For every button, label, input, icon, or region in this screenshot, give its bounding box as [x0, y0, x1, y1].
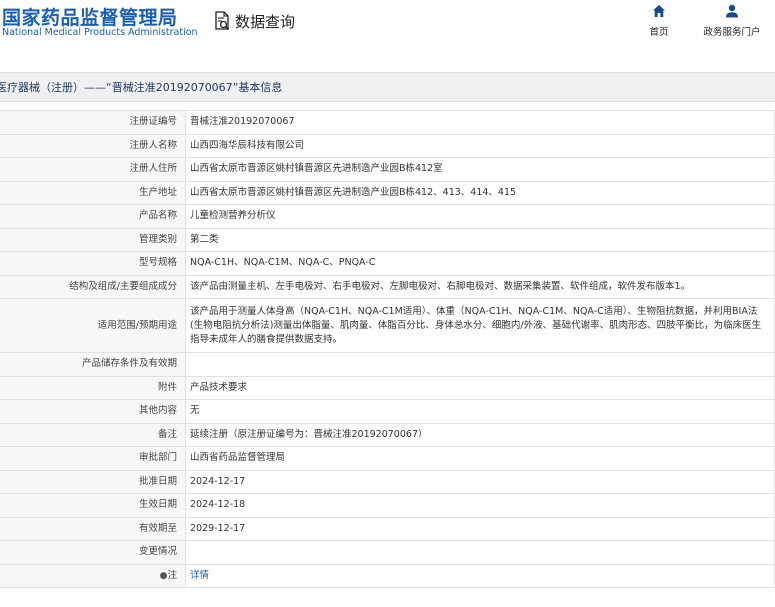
row-value: 2024-12-18 [185, 493, 775, 518]
registration-info-table: 注册证编号 晋械注准20192070067 注册人名称 山西四海华辰科技有限公司 注… [0, 110, 775, 588]
document-search-icon [215, 11, 230, 31]
row-value: 山西省太原市晋源区姚村镇晋源区先进制造产业园B栋412、413、414、415 [185, 180, 775, 205]
row-value: 产品技术要求 [185, 375, 775, 400]
row-label: 备注 [0, 422, 186, 447]
nav-home-label: 首页 [649, 27, 669, 38]
user-icon [726, 4, 738, 18]
table-row: 结构及组成/主要组成成分 该产品由测量主机、左手电极对、右手电极对、左脚电极对、右… [0, 274, 775, 299]
row-label: 适用范围/预期用途 [0, 298, 186, 353]
row-label: 生效日期 [0, 493, 186, 518]
site-logo-cn[interactable]: 国家药品监督管理局 [2, 3, 178, 30]
row-label: 注册证编号 [0, 110, 186, 135]
row-label: 产品储存条件及有效期 [0, 352, 186, 377]
table-row: 备注 延续注册（原注册证编号为：晋械注准20192070067） [0, 422, 775, 447]
row-label: 结构及组成/主要组成成分 [0, 274, 186, 299]
table-row: 注册人住所 山西省太原市晋源区姚村镇晋源区先进制造产业园B栋412室 [0, 157, 775, 182]
row-label: 批准日期 [0, 469, 186, 494]
table-row: 附件 产品技术要求 [0, 375, 775, 400]
site-header: 国家药品监督管理局 National Medical Products Admi… [0, 0, 775, 62]
table-row: 适用范围/预期用途 该产品用于测量人体身高（NQA-C1H、NQA-C1M适用）、… [0, 298, 775, 353]
table-row: ●注 详情 [0, 563, 775, 588]
table-row: 变更情况 [0, 540, 775, 565]
table-row: 注册人名称 山西四海华辰科技有限公司 [0, 133, 775, 158]
table-row: 有效期至 2029-12-17 [0, 516, 775, 541]
row-value: 该产品由测量主机、左手电极对、右手电极对、左脚电极对、右脚电极对、数据采集装置、… [185, 274, 775, 299]
row-label: 审批部门 [0, 446, 186, 471]
table-row: 批准日期 2024-12-17 [0, 469, 775, 494]
row-label: 附件 [0, 375, 186, 400]
table-row: 其他内容无 [0, 399, 775, 424]
site-logo-en[interactable]: National Medical Products Administration [2, 27, 198, 38]
row-label: 型号规格 [0, 251, 186, 276]
row-value: 无 [185, 399, 775, 424]
row-value: 延续注册（原注册证编号为：晋械注准20192070067） [185, 422, 775, 447]
row-value: 2024-12-17 [185, 469, 775, 494]
details-link[interactable]: 详情 [190, 570, 209, 581]
data-query-label: 数据查询 [235, 12, 296, 31]
row-value [185, 352, 775, 377]
row-value: 山西四海华辰科技有限公司 [185, 133, 775, 158]
row-value: 儿童检测营养分析仪 [185, 204, 775, 229]
home-icon [653, 5, 665, 17]
table-row: 管理类别 第二类 [0, 227, 775, 252]
table-row: 型号规格 NQA-C1H、NQA-C1M、NQA-C、PNQA-C [0, 251, 775, 276]
row-label: 注 [167, 569, 177, 581]
table-row: 审批部门 山西省药品监督管理局 [0, 446, 775, 471]
nav-home[interactable]: 首页 [628, 4, 690, 38]
row-label: 管理类别 [0, 227, 186, 252]
row-value: 该产品用于测量人体身高（NQA-C1H、NQA-C1M适用）、体重（NQA-C1… [185, 298, 775, 353]
row-value-cell: 详情 [185, 563, 775, 588]
row-label: 注册人住所 [0, 157, 186, 182]
row-value: 2029-12-17 [185, 516, 775, 541]
row-value: 晋械注准20192070067 [185, 110, 775, 135]
row-label: 产品名称 [0, 204, 186, 229]
table-row: 注册证编号 晋械注准20192070067 [0, 110, 775, 135]
row-value: NQA-C1H、NQA-C1M、NQA-C、PNQA-C [185, 251, 775, 276]
row-value: 山西省太原市晋源区姚村镇晋源区先进制造产业园B栋412室 [185, 157, 775, 182]
record-title-band: 医疗器械（注册）——“晋械注准20192070067”基本信息 [0, 72, 775, 102]
row-label: 变更情况 [0, 540, 186, 565]
row-label: 有效期至 [0, 516, 186, 541]
row-value [185, 540, 775, 565]
nav-service-label: 政务服务门户 [703, 27, 761, 38]
row-label-note: ●注 [0, 563, 186, 588]
table-row: 产品名称 儿童检测营养分析仪 [0, 204, 775, 229]
table-row: 产品储存条件及有效期 [0, 352, 775, 377]
row-value: 山西省药品监督管理局 [185, 446, 775, 471]
data-query-heading: 数据查询 [213, 10, 295, 32]
row-value: 第二类 [185, 227, 775, 252]
row-label: 注册人名称 [0, 133, 186, 158]
row-label: 其他内容 [0, 399, 186, 424]
nav-service-portal[interactable]: 政务服务门户 [697, 4, 767, 38]
table-row: 生效日期 2024-12-18 [0, 493, 775, 518]
table-row: 生产地址 山西省太原市晋源区姚村镇晋源区先进制造产业园B栋412、413、414、… [0, 180, 775, 205]
row-label: 生产地址 [0, 180, 186, 205]
record-title: 医疗器械（注册）——“晋械注准20192070067”基本信息 [0, 81, 283, 94]
